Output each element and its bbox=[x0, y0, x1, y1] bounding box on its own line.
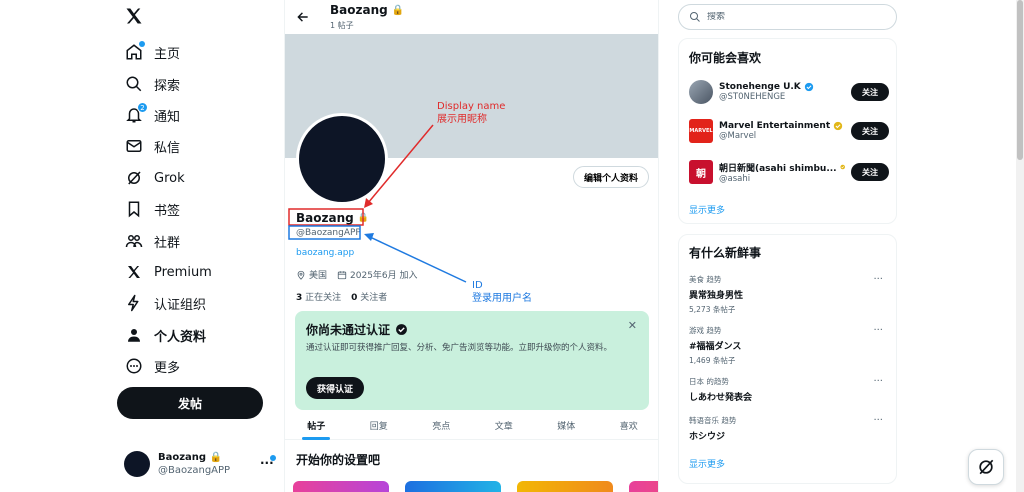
id-arrow bbox=[369, 236, 467, 283]
suggestion-item[interactable]: 朝 朝日新聞(asahi shimbu... @asahi 关注 bbox=[689, 157, 889, 187]
trend-item[interactable]: 日本 的趋势 しあわせ発表会 ··· bbox=[689, 376, 889, 403]
more-dots-icon[interactable]: ··· bbox=[873, 325, 883, 336]
id-arrowhead bbox=[364, 233, 374, 241]
trends-title: 有什么新鲜事 bbox=[689, 246, 762, 260]
trend-item[interactable]: 韩语音乐 趋势 ホシウジ ··· bbox=[689, 415, 889, 442]
grok-floating-button[interactable] bbox=[968, 449, 1004, 485]
who-to-follow-panel: 你可能会喜欢 Stonehenge U.K @ST0NEHENGE 关注 MAR… bbox=[678, 38, 897, 224]
verified-badge-icon bbox=[804, 82, 813, 92]
search-icon bbox=[690, 12, 700, 22]
display-name-arrow bbox=[367, 124, 434, 204]
avatar bbox=[689, 80, 713, 104]
trend-item[interactable]: 游戏 趋势 #福福ダンス 1,469 条帖子 ··· bbox=[689, 325, 889, 366]
show-more-link[interactable]: 显示更多 bbox=[689, 203, 725, 216]
suggestion-item[interactable]: Stonehenge U.K @ST0NEHENGE 关注 bbox=[689, 77, 889, 107]
display-name-highlight-box bbox=[288, 208, 364, 226]
handle-highlight-box bbox=[288, 225, 361, 240]
more-dots-icon[interactable]: ··· bbox=[873, 376, 883, 387]
scrollbar-thumb[interactable] bbox=[1017, 0, 1023, 160]
follow-button[interactable]: 关注 bbox=[851, 122, 889, 140]
annotation-id: ID 登录用用户名 bbox=[472, 280, 532, 304]
avatar: MARVEL bbox=[689, 119, 713, 143]
avatar: 朝 bbox=[689, 160, 713, 184]
who-to-follow-title: 你可能会喜欢 bbox=[689, 51, 762, 65]
suggestion-item[interactable]: MARVEL Marvel Entertainment @Marvel 关注 bbox=[689, 116, 889, 146]
scrollbar[interactable] bbox=[1016, 0, 1024, 492]
follow-button[interactable]: 关注 bbox=[851, 163, 889, 181]
more-dots-icon[interactable]: ··· bbox=[873, 415, 883, 426]
more-dots-icon[interactable]: ··· bbox=[873, 274, 883, 285]
trends-panel: 有什么新鲜事 美食 趋势 異常独身男性 5,273 条帖子 ··· 游戏 趋势 … bbox=[678, 234, 897, 484]
grok-icon bbox=[979, 459, 994, 475]
search-box[interactable] bbox=[678, 4, 897, 30]
trend-item[interactable]: 美食 趋势 異常独身男性 5,273 条帖子 ··· bbox=[689, 274, 889, 315]
search-input[interactable] bbox=[707, 12, 877, 22]
verified-org-badge-icon bbox=[833, 121, 843, 131]
annotation-display-name: Display name 展示用昵称 bbox=[437, 101, 506, 125]
follow-button[interactable]: 关注 bbox=[851, 83, 889, 101]
verified-org-badge-icon bbox=[840, 164, 845, 170]
show-more-link[interactable]: 显示更多 bbox=[689, 457, 725, 470]
